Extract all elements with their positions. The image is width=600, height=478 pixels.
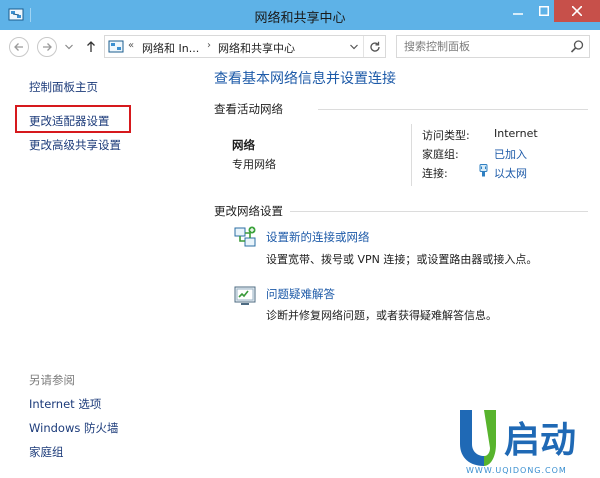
search-icon[interactable] (570, 39, 585, 54)
svg-text:WWW.UQIDONG.COM: WWW.UQIDONG.COM (466, 466, 567, 475)
internet-options-link[interactable]: Internet 选项 (29, 396, 101, 412)
search-input[interactable] (397, 36, 567, 57)
troubleshoot-problems-description: 诊断并修复网络问题，或者获得疑难解答信息。 (266, 309, 497, 322)
network-info-divider (411, 124, 412, 186)
chevron-down-icon (350, 44, 358, 49)
minimize-icon (513, 13, 523, 15)
setup-new-connection-description: 设置宽带、拨号或 VPN 连接；或设置路由器或接入点。 (266, 253, 538, 266)
back-button[interactable] (9, 37, 29, 57)
control-panel-home-link[interactable]: 控制面板主页 (29, 79, 98, 95)
search-box[interactable] (396, 35, 590, 58)
windows-firewall-link[interactable]: Windows 防火墙 (29, 420, 119, 436)
network-category: 专用网络 (232, 158, 276, 171)
homegroup-link[interactable]: 家庭组 (29, 444, 64, 460)
ethernet-connection-link[interactable]: 以太网 (494, 165, 527, 181)
breadcrumb-overflow[interactable]: « (128, 40, 134, 51)
network-name: 网络 (232, 138, 255, 152)
section-divider (290, 211, 588, 212)
connections-label: 连接: (422, 167, 448, 180)
arrow-left-icon (14, 43, 23, 51)
page-title: 查看基本网络信息并设置连接 (214, 71, 396, 87)
close-icon (572, 6, 582, 16)
refresh-button[interactable] (363, 36, 385, 57)
ethernet-icon (479, 164, 488, 177)
homegroup-status-link[interactable]: 已加入 (494, 146, 527, 162)
homegroup-label: 家庭组: (422, 148, 459, 161)
arrow-up-icon (87, 41, 95, 52)
svg-text:启动: 启动 (504, 420, 576, 461)
breadcrumb-item-current[interactable]: 网络和共享中心 (218, 40, 295, 56)
access-type-label: 访问类型: (422, 129, 470, 142)
uqidong-logo: 启动 WWW.UQIDONG.COM (460, 410, 576, 475)
minimize-button[interactable] (504, 0, 532, 22)
change-advanced-sharing-link[interactable]: 更改高级共享设置 (29, 137, 121, 153)
see-also-heading: 另请参阅 (29, 373, 75, 387)
address-dropdown-button[interactable] (346, 36, 362, 57)
close-button[interactable] (554, 0, 600, 22)
setup-new-connection-link[interactable]: 设置新的连接或网络 (266, 229, 370, 245)
chevron-down-icon (65, 44, 73, 50)
troubleshoot-problems-link[interactable]: 问题疑难解答 (266, 286, 335, 302)
network-location-icon (108, 40, 124, 53)
navigation-bar: « 网络和 In... › 网络和共享中心 (0, 30, 600, 64)
breadcrumb-item[interactable]: 网络和 In... (142, 40, 199, 56)
active-networks-heading: 查看活动网络 (214, 102, 283, 116)
recent-locations-button[interactable] (63, 40, 75, 54)
troubleshoot-icon[interactable] (233, 284, 257, 308)
refresh-icon (369, 41, 380, 52)
up-button[interactable] (85, 40, 97, 54)
change-adapter-settings-link[interactable]: 更改适配器设置 (29, 113, 110, 129)
breadcrumb-separator[interactable]: › (207, 40, 211, 51)
address-field[interactable]: « 网络和 In... › 网络和共享中心 (104, 35, 386, 58)
forward-button[interactable] (37, 37, 57, 57)
maximize-icon (539, 6, 549, 16)
title-bar: 网络和共享中心 (0, 0, 600, 30)
change-settings-heading: 更改网络设置 (214, 204, 283, 218)
section-divider (318, 109, 588, 110)
access-type-value: Internet (494, 127, 538, 140)
new-connection-icon[interactable] (233, 225, 257, 249)
arrow-right-icon (43, 43, 52, 51)
